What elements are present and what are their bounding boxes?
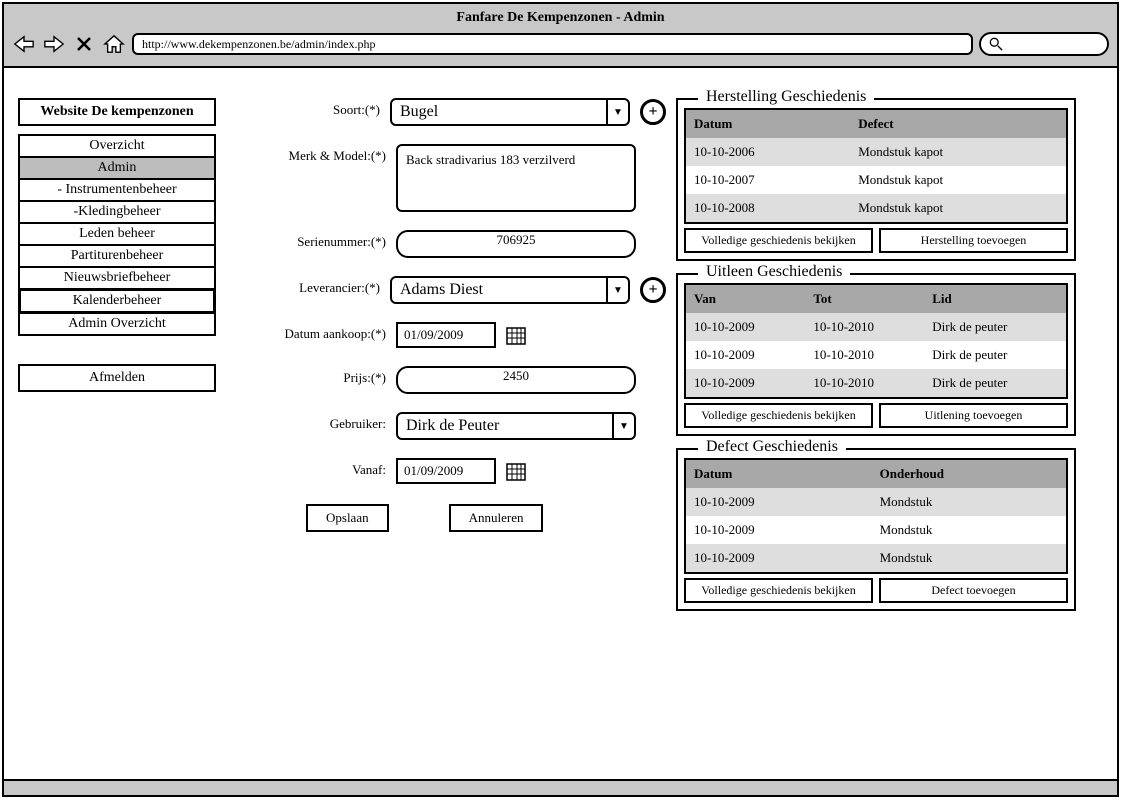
window-title: Fanfare De Kempenzonen - Admin [12, 8, 1109, 28]
sidebar-item[interactable]: Overzicht [19, 135, 215, 157]
table-row: 10-10-2009Mondstuk [685, 488, 1067, 516]
defect-title: Defect Geschiedenis [698, 438, 846, 456]
vanaf-input[interactable] [396, 458, 496, 484]
calendar-icon[interactable] [506, 325, 526, 345]
table-row: 10-10-2007Mondstuk kapot [685, 166, 1067, 194]
gebruiker-select[interactable]: Dirk de Peuter▼ [396, 412, 636, 440]
uitleen-title: Uitleen Geschiedenis [698, 263, 850, 281]
table-row: 10-10-2009Mondstuk [685, 544, 1067, 573]
sidebar-item[interactable]: Partiturenbeheer [19, 245, 215, 267]
table-row: 10-10-200910-10-2010Dirk de peuter [685, 313, 1067, 341]
herstelling-title: Herstelling Geschiedenis [698, 88, 874, 106]
table-header: Van [685, 284, 805, 313]
table-row: 10-10-200910-10-2010Dirk de peuter [685, 341, 1067, 369]
soort-select[interactable]: Bugel▼ [390, 98, 630, 126]
herstelling-view-button[interactable]: Volledige geschiedenis bekijken [684, 228, 873, 253]
herstelling-add-button[interactable]: Herstelling toevoegen [879, 228, 1068, 253]
soort-label: Soort:(*) [246, 98, 390, 118]
merk-label: Merk & Model:(*) [246, 144, 396, 164]
serie-input[interactable]: 706925 [396, 230, 636, 258]
leverancier-select[interactable]: Adams Diest▼ [390, 276, 630, 304]
defect-add-button[interactable]: Defect toevoegen [879, 578, 1068, 603]
sidebar: Website De kempenzonen OverzichtAdmin- I… [18, 98, 216, 623]
table-row: 10-10-2008Mondstuk kapot [685, 194, 1067, 223]
instrument-form: Soort:(*) Bugel▼ + Merk & Model:(*) Back… [226, 98, 666, 623]
table-header: Lid [924, 284, 1067, 313]
forward-button[interactable] [42, 34, 66, 54]
prijs-input[interactable]: 2450 [396, 366, 636, 394]
sidebar-item[interactable]: - Instrumentenbeheer [19, 179, 215, 201]
status-bar [4, 779, 1117, 795]
cancel-button[interactable]: Annuleren [449, 504, 544, 532]
save-button[interactable]: Opslaan [306, 504, 389, 532]
table-header: Tot [805, 284, 924, 313]
leverancier-label: Leverancier:(*) [246, 276, 390, 296]
chevron-down-icon: ▼ [612, 414, 634, 438]
chevron-down-icon: ▼ [606, 278, 628, 302]
url-input[interactable] [132, 33, 973, 55]
uitleen-history: Uitleen Geschiedenis VanTotLid10-10-2009… [676, 273, 1076, 436]
browser-search[interactable] [979, 32, 1109, 56]
merk-input[interactable]: Back stradivarius 183 verzilverd [396, 144, 636, 212]
defect-history: Defect Geschiedenis DatumOnderhoud10-10-… [676, 448, 1076, 611]
add-soort-button[interactable]: + [640, 99, 666, 125]
sidebar-header: Website De kempenzonen [18, 98, 216, 126]
table-row: 10-10-2006Mondstuk kapot [685, 138, 1067, 166]
datum-label: Datum aankoop:(*) [246, 322, 396, 342]
chevron-down-icon: ▼ [606, 100, 628, 124]
sidebar-item[interactable]: -Kledingbeheer [19, 201, 215, 223]
gebruiker-label: Gebruiker: [246, 412, 396, 432]
uitleen-add-button[interactable]: Uitlening toevoegen [879, 403, 1068, 428]
table-header: Defect [850, 109, 1067, 138]
table-header: Datum [685, 109, 850, 138]
uitleen-view-button[interactable]: Volledige geschiedenis bekijken [684, 403, 873, 428]
table-header: Datum [685, 459, 872, 488]
sidebar-item[interactable]: Admin [19, 157, 215, 179]
vanaf-label: Vanaf: [246, 458, 396, 478]
logout-button[interactable]: Afmelden [18, 364, 216, 392]
table-row: 10-10-2009Mondstuk [685, 516, 1067, 544]
sidebar-item[interactable]: Leden beheer [19, 223, 215, 245]
add-leverancier-button[interactable]: + [640, 277, 666, 303]
serie-label: Serienummer:(*) [246, 230, 396, 250]
datum-input[interactable] [396, 322, 496, 348]
table-header: Onderhoud [872, 459, 1067, 488]
sidebar-item[interactable]: Nieuwsbriefbeheer [19, 267, 215, 289]
herstelling-history: Herstelling Geschiedenis DatumDefect10-1… [676, 98, 1076, 261]
sidebar-item[interactable]: Admin Overzicht [19, 313, 215, 335]
sidebar-item[interactable]: Kalenderbeheer [19, 289, 215, 313]
back-button[interactable] [12, 34, 36, 54]
stop-button[interactable] [72, 34, 96, 54]
home-button[interactable] [102, 34, 126, 54]
table-row: 10-10-200910-10-2010Dirk de peuter [685, 369, 1067, 398]
prijs-label: Prijs:(*) [246, 366, 396, 386]
defect-view-button[interactable]: Volledige geschiedenis bekijken [684, 578, 873, 603]
calendar-icon[interactable] [506, 461, 526, 481]
